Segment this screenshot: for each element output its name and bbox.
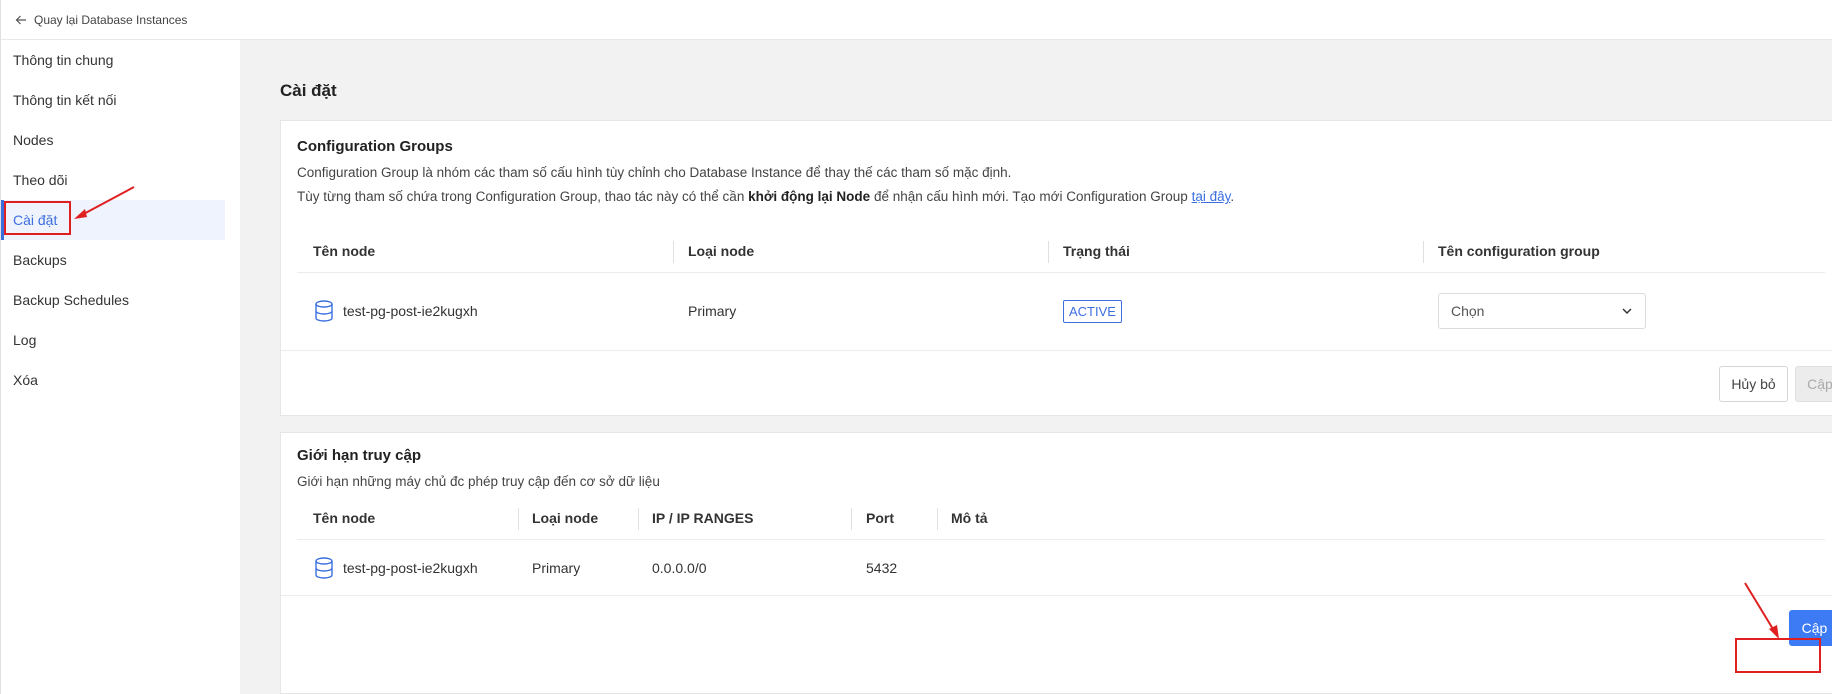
table-row: test-pg-post-ie2kugxh Primary 0.0.0.0/0 … xyxy=(297,540,1825,596)
divider xyxy=(281,350,1832,351)
cancel-button[interactable]: Hủy bỏ xyxy=(1719,366,1788,402)
database-icon xyxy=(315,557,333,579)
sidebar-item-label: Thông tin kết nối xyxy=(13,92,117,108)
node-name: test-pg-post-ie2kugxh xyxy=(343,560,478,576)
node-name-cell: test-pg-post-ie2kugxh xyxy=(313,273,478,349)
sidebar-item-backup-schedules[interactable]: Backup Schedules xyxy=(1,280,225,320)
sidebar-item-label: Xóa xyxy=(13,372,38,388)
status-cell: ACTIVE xyxy=(1063,273,1122,349)
sidebar-item-connection-info[interactable]: Thông tin kết nối xyxy=(1,80,225,120)
update-button-disabled[interactable]: Cập nhật xyxy=(1795,366,1832,402)
sidebar-item-general-info[interactable]: Thông tin chung xyxy=(1,40,225,80)
column-divider xyxy=(937,508,938,530)
status-badge: ACTIVE xyxy=(1063,299,1122,323)
column-divider xyxy=(851,508,852,530)
config-group-select[interactable]: Chọn xyxy=(1438,293,1646,329)
sidebar-item-label: Backups xyxy=(13,252,67,268)
back-link[interactable]: Quay lại Database Instances xyxy=(15,13,187,27)
column-header: Port xyxy=(866,510,894,526)
sidebar-item-label: Backup Schedules xyxy=(13,292,129,308)
column-divider xyxy=(1048,241,1049,263)
configuration-groups-card: Configuration Groups Configuration Group… xyxy=(280,120,1832,416)
main-content: Cài đặt Configuration Groups Configurati… xyxy=(240,40,1832,694)
column-header: Trạng thái xyxy=(1063,243,1130,259)
column-header: Loại node xyxy=(688,243,755,259)
column-header: Loại node xyxy=(532,510,599,526)
column-divider xyxy=(1423,241,1424,263)
column-header: Tên node xyxy=(313,243,376,259)
access-limit-card: Giới hạn truy cập Giới hạn những máy chủ… xyxy=(280,432,1832,694)
node-name-cell: test-pg-post-ie2kugxh xyxy=(313,540,478,596)
node-name: test-pg-post-ie2kugxh xyxy=(343,303,478,319)
sidebar-item-monitoring[interactable]: Theo dõi xyxy=(1,160,225,200)
ip-range: 0.0.0.0/0 xyxy=(652,560,707,576)
card-description-2: Tùy từng tham số chứa trong Configuratio… xyxy=(297,189,1235,204)
sidebar-item-delete[interactable]: Xóa xyxy=(1,360,225,400)
column-divider xyxy=(518,508,519,530)
page-title: Cài đặt xyxy=(280,81,337,100)
sidebar-item-log[interactable]: Log xyxy=(1,320,225,360)
table-row: test-pg-post-ie2kugxh Primary ACTIVE Chọ… xyxy=(297,273,1825,349)
node-type: Primary xyxy=(688,303,737,319)
sidebar-item-backups[interactable]: Backups xyxy=(1,240,225,280)
update-button[interactable]: Cập nhật xyxy=(1789,610,1832,646)
chevron-down-icon xyxy=(1622,308,1632,315)
card-title: Giới hạn truy cập xyxy=(297,447,422,464)
sidebar-item-label: Thông tin chung xyxy=(13,52,114,68)
sidebar-item-settings[interactable]: Cài đặt xyxy=(1,200,225,240)
back-link-label: Quay lại Database Instances xyxy=(34,12,188,27)
sidebar: Thông tin chung Thông tin kết nối Nodes … xyxy=(0,40,240,694)
column-divider xyxy=(638,508,639,530)
column-header: IP / IP RANGES xyxy=(652,510,754,526)
sidebar-item-label: Cài đặt xyxy=(13,212,58,228)
node-type: Primary xyxy=(532,560,581,576)
sidebar-item-label: Log xyxy=(13,332,37,348)
sidebar-item-nodes[interactable]: Nodes xyxy=(1,120,225,160)
sidebar-item-label: Nodes xyxy=(13,132,54,148)
database-icon xyxy=(315,300,333,322)
column-header: Tên node xyxy=(313,510,376,526)
column-divider xyxy=(673,241,674,263)
select-placeholder: Chọn xyxy=(1451,303,1485,319)
topbar: Quay lại Database Instances xyxy=(0,0,1832,40)
restart-node-emphasis: khởi động lại Node xyxy=(748,189,871,204)
card-description: Giới hạn những máy chủ đc phép truy cập … xyxy=(297,474,660,489)
card-title: Configuration Groups xyxy=(297,138,453,155)
column-header: Mô tả xyxy=(951,510,988,526)
table-header: Tên node Loại node IP / IP RANGES Port M… xyxy=(297,496,1825,540)
card-description: Configuration Group là nhóm các tham số … xyxy=(297,165,1012,180)
port: 5432 xyxy=(866,560,898,576)
column-header: Tên configuration group xyxy=(1438,243,1600,259)
create-config-group-link[interactable]: tại đây xyxy=(1192,189,1231,204)
arrow-left-icon xyxy=(15,15,26,24)
divider xyxy=(281,595,1832,596)
sidebar-item-label: Theo dõi xyxy=(13,172,68,188)
config-group-select-cell: Chọn xyxy=(1438,273,1646,349)
table-header: Tên node Loại node Trạng thái Tên config… xyxy=(297,229,1825,273)
